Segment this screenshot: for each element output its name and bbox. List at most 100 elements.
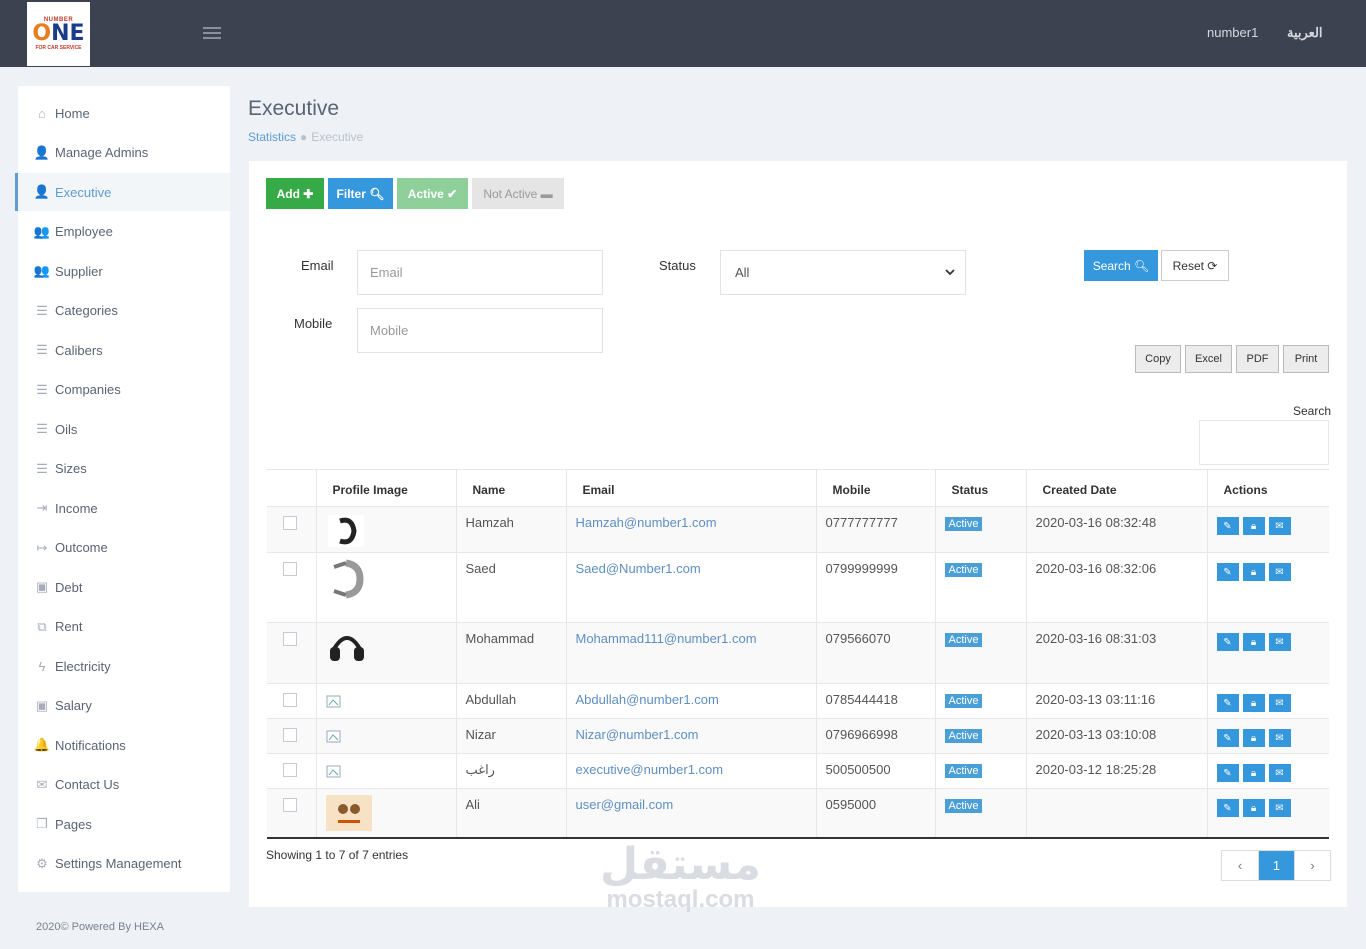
- search-button[interactable]: Search 🔍︎: [1084, 250, 1158, 281]
- email-link[interactable]: Saed@Number1.com: [576, 561, 701, 576]
- sidebar-item-pages[interactable]: ❐ Pages: [18, 805, 230, 843]
- row-checkbox[interactable]: [283, 763, 297, 777]
- sidebar-item-sizes[interactable]: ☰ Sizes: [18, 450, 230, 488]
- email-link[interactable]: user@gmail.com: [576, 797, 674, 812]
- row-checkbox[interactable]: [283, 516, 297, 530]
- column-header[interactable]: Name: [455, 469, 566, 507]
- row-checkbox[interactable]: [283, 728, 297, 742]
- lock-icon[interactable]: 🔒︎: [1242, 633, 1265, 651]
- edit-icon[interactable]: ✎: [1216, 563, 1239, 581]
- active-button[interactable]: Active ✔: [397, 178, 468, 209]
- sidebar-item-employee[interactable]: 👥 Employee: [18, 213, 230, 251]
- sidebar-item-settings-management[interactable]: ⚙ Settings Management: [18, 845, 230, 883]
- sidebar-item-manage-admins[interactable]: 👤 Manage Admins: [18, 134, 230, 172]
- column-header[interactable]: Created Date: [1025, 469, 1207, 507]
- next-page-button[interactable]: ›: [1294, 851, 1330, 880]
- excel-button[interactable]: Excel: [1185, 345, 1232, 373]
- envelope-icon[interactable]: ✉: [1268, 729, 1291, 747]
- status-cell: Active: [934, 506, 1026, 553]
- envelope-icon[interactable]: ✉: [1268, 764, 1291, 782]
- sidebar-item-contact-us[interactable]: ✉ Contact Us: [18, 766, 230, 804]
- edit-icon[interactable]: ✎: [1216, 694, 1239, 712]
- lock-icon[interactable]: 🔒︎: [1242, 563, 1265, 581]
- copy-button[interactable]: Copy: [1135, 345, 1181, 373]
- sidebar-item-outcome[interactable]: ↦ Outcome: [18, 529, 230, 567]
- language-switch[interactable]: العربية: [1287, 25, 1323, 41]
- prev-page-button[interactable]: ‹: [1222, 851, 1258, 880]
- sidebar-item-supplier[interactable]: 👥 Supplier: [18, 252, 230, 290]
- reset-button[interactable]: Reset ⟳: [1161, 250, 1229, 281]
- sidebar-item-companies[interactable]: ☰ Companies: [18, 371, 230, 409]
- user-icon: 👤: [33, 144, 51, 160]
- sidebar-item-calibers[interactable]: ☰ Calibers: [18, 331, 230, 369]
- sidebar-item-oils[interactable]: ☰ Oils: [18, 410, 230, 448]
- entries-info: Showing 1 to 7 of 7 entries: [266, 848, 409, 862]
- mobile-field[interactable]: Mobile: [357, 308, 603, 353]
- email-link[interactable]: Hamzah@number1.com: [576, 515, 717, 530]
- print-button[interactable]: Print: [1283, 345, 1329, 373]
- sidebar-item-notifications[interactable]: 🔔 Notifications: [18, 726, 230, 764]
- email-link[interactable]: Abdullah@number1.com: [576, 692, 719, 707]
- sidebar-item-electricity[interactable]: ϟ Electricity: [18, 647, 230, 685]
- column-header[interactable]: Email: [565, 469, 816, 507]
- lock-icon[interactable]: 🔒︎: [1242, 517, 1265, 535]
- edit-icon[interactable]: ✎: [1216, 633, 1239, 651]
- sidebar-item-categories[interactable]: ☰ Categories: [18, 292, 230, 330]
- actions-cell: ✎ 🔒︎ ✉: [1206, 552, 1329, 623]
- profile-image: [326, 695, 342, 712]
- email-link[interactable]: executive@number1.com: [576, 762, 724, 777]
- column-header[interactable]: Profile Image: [315, 469, 456, 507]
- name-cell: Abdullah: [455, 683, 566, 719]
- status-badge: Active: [944, 517, 983, 531]
- status-select[interactable]: All: [720, 250, 966, 295]
- status-cell: Active: [934, 552, 1026, 623]
- sidebar-item-salary[interactable]: ▣ Salary: [18, 687, 230, 725]
- row-checkbox[interactable]: [283, 798, 297, 812]
- sidebar-item-rent[interactable]: ⧉ Rent: [18, 608, 230, 646]
- sidebar-item-label: Rent: [55, 619, 83, 634]
- brand-logo[interactable]: NUMBER ONE FOR CAR SERVICE: [27, 2, 90, 66]
- sidebar-item-home[interactable]: ⌂ Home: [18, 94, 230, 132]
- row-checkbox[interactable]: [283, 693, 297, 707]
- lock-icon[interactable]: 🔒︎: [1242, 764, 1265, 782]
- row-checkbox[interactable]: [283, 562, 297, 576]
- filter-button[interactable]: Filter 🔍︎: [328, 178, 393, 209]
- email-field[interactable]: Email: [357, 250, 603, 295]
- name-cell: راغب: [455, 753, 566, 789]
- chevron-down-icon: [945, 269, 955, 276]
- lock-icon[interactable]: 🔒︎: [1242, 799, 1265, 817]
- envelope-icon[interactable]: ✉: [1268, 694, 1291, 712]
- envelope-icon[interactable]: ✉: [1268, 563, 1291, 581]
- envelope-icon[interactable]: ✉: [1268, 633, 1291, 651]
- not-active-button[interactable]: Not Active ▬: [472, 178, 564, 209]
- sidebar-item-debt[interactable]: ▣ Debt: [18, 568, 230, 606]
- edit-icon[interactable]: ✎: [1216, 517, 1239, 535]
- watermark-latin: mostaql.com: [606, 886, 755, 913]
- edit-icon[interactable]: ✎: [1216, 729, 1239, 747]
- sidebar-item-income[interactable]: ⇥ Income: [18, 489, 230, 527]
- menu-toggle-icon[interactable]: [203, 27, 221, 40]
- column-header[interactable]: Status: [934, 469, 1026, 507]
- lock-icon[interactable]: 🔒︎: [1242, 729, 1265, 747]
- status-badge: Active: [944, 764, 983, 778]
- edit-icon[interactable]: ✎: [1216, 764, 1239, 782]
- column-header[interactable]: Mobile: [815, 469, 935, 507]
- page-1-button[interactable]: 1: [1258, 851, 1294, 880]
- table-search-input[interactable]: [1199, 420, 1329, 465]
- add-button[interactable]: Add ✚: [266, 178, 324, 209]
- lock-icon[interactable]: 🔒︎: [1242, 694, 1265, 712]
- sidebar-item-label: Settings Management: [55, 856, 182, 871]
- pdf-button[interactable]: PDF: [1236, 345, 1279, 373]
- sidebar-item-executive[interactable]: 👤 Executive: [15, 173, 230, 211]
- email-cell: Nizar@number1.com: [565, 718, 816, 754]
- row-checkbox[interactable]: [283, 632, 297, 646]
- user-menu[interactable]: number1: [1207, 25, 1258, 40]
- actions-cell: ✎ 🔒︎ ✉: [1206, 683, 1329, 719]
- envelope-icon[interactable]: ✉: [1268, 517, 1291, 535]
- breadcrumb-statistics[interactable]: Statistics: [248, 130, 296, 144]
- email-link[interactable]: Mohammad111@number1.com: [576, 631, 757, 646]
- email-link[interactable]: Nizar@number1.com: [576, 727, 699, 742]
- envelope-icon[interactable]: ✉: [1268, 799, 1291, 817]
- table-row: Nizar Nizar@number1.com 0796966998 Active 20…: [267, 718, 1329, 754]
- edit-icon[interactable]: ✎: [1216, 799, 1239, 817]
